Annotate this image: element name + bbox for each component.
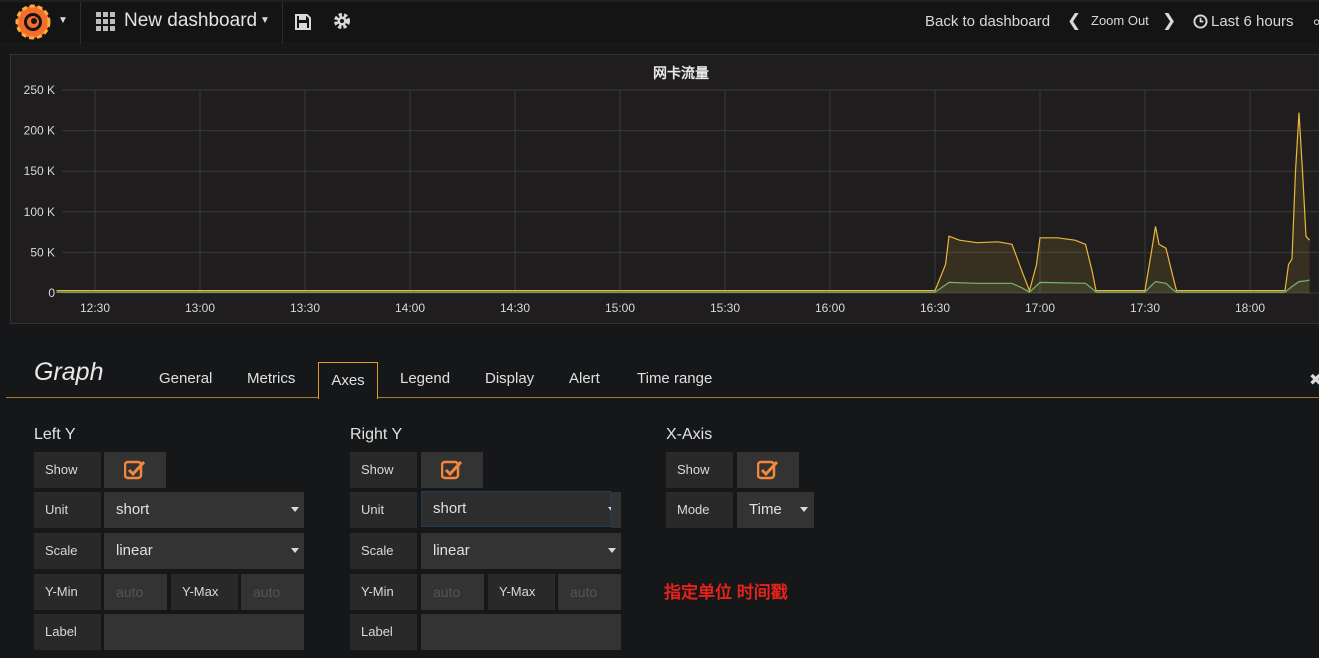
left-y-ymin-input[interactable]: auto <box>104 574 167 610</box>
tab-axes[interactable]: Axes <box>318 362 378 399</box>
right-y-ymax-input[interactable]: auto <box>558 574 621 610</box>
x-tick-label: 14:00 <box>395 301 425 315</box>
x-tick-label: 12:30 <box>80 301 110 315</box>
right-y-heading: Right Y <box>350 426 403 443</box>
series-0-area <box>56 112 1310 293</box>
right-y-show-checkbox[interactable] <box>421 452 483 488</box>
left-y-unit-value: short <box>116 501 150 518</box>
editor-title: Graph <box>34 358 104 386</box>
tab-legend[interactable]: Legend <box>400 370 450 387</box>
x-tick-label: 15:30 <box>710 301 740 315</box>
x-tick-label: 13:00 <box>185 301 215 315</box>
left-y-ymax-input[interactable]: auto <box>241 574 304 610</box>
left-y-show-label: Show <box>34 452 101 488</box>
x-tick-label: 15:00 <box>605 301 635 315</box>
x-tick-label: 16:30 <box>920 301 950 315</box>
x-tick-label: 14:30 <box>500 301 530 315</box>
left-y-ymax-label: Y-Max <box>171 574 238 610</box>
right-y-unit-select-edge <box>611 492 621 528</box>
left-y-label-input[interactable] <box>104 614 304 650</box>
checkbox-checked-icon <box>441 460 463 480</box>
tab-time-range[interactable]: Time range <box>637 370 712 387</box>
panel-editor: Graph General Metrics Axes Legend Displa… <box>0 340 1319 658</box>
y-tick-label: 0 <box>48 286 55 300</box>
caret-down-icon <box>291 507 299 512</box>
right-y-scale-value: linear <box>433 542 470 559</box>
x-tick-label: 16:00 <box>815 301 845 315</box>
caret-down-icon <box>608 548 616 553</box>
y-tick-label: 150 K <box>24 164 55 178</box>
x-tick-label: 17:00 <box>1025 301 1055 315</box>
right-y-ymax-label: Y-Max <box>488 574 555 610</box>
right-y-show-label: Show <box>350 452 417 488</box>
right-y-label-label: Label <box>350 614 417 650</box>
y-tick-label: 250 K <box>24 83 55 97</box>
left-y-scale-select[interactable]: linear <box>104 533 304 569</box>
left-y-ymin-label: Y-Min <box>34 574 101 610</box>
right-y-scale-select[interactable]: linear <box>421 533 621 569</box>
left-y-show-checkbox[interactable] <box>104 452 166 488</box>
y-tick-label: 50 K <box>30 245 55 259</box>
x-axis-show-checkbox[interactable] <box>737 452 799 488</box>
right-y-scale-label: Scale <box>350 533 417 569</box>
x-axis-show-label: Show <box>666 452 733 488</box>
right-y-ymin-label: Y-Min <box>350 574 417 610</box>
left-y-unit-label: Unit <box>34 492 101 528</box>
checkbox-checked-icon <box>124 460 146 480</box>
caret-down-icon <box>800 507 808 512</box>
x-axis-mode-label: Mode <box>666 492 733 528</box>
x-axis-mode-select[interactable]: Time <box>737 492 814 528</box>
close-icon[interactable]: ✖ <box>1309 370 1319 390</box>
left-y-unit-select[interactable]: short <box>104 492 304 528</box>
tab-display[interactable]: Display <box>485 370 534 387</box>
annotation-note: 指定单位 时间戳 <box>664 583 788 602</box>
tabs-divider <box>6 397 1319 398</box>
tab-metrics[interactable]: Metrics <box>247 370 295 387</box>
left-y-heading: Left Y <box>34 426 76 443</box>
x-tick-label: 13:30 <box>290 301 320 315</box>
x-axis-mode-value: Time <box>749 501 782 518</box>
right-y-unit-value: short <box>433 500 467 517</box>
tab-alert[interactable]: Alert <box>569 370 600 387</box>
x-tick-label: 18:00 <box>1235 301 1265 315</box>
caret-down-icon <box>291 548 299 553</box>
right-y-unit-select[interactable]: short <box>421 491 616 527</box>
series-0-line <box>56 112 1310 293</box>
right-y-unit-label: Unit <box>350 492 417 528</box>
right-y-label-input[interactable] <box>421 614 621 650</box>
y-tick-label: 100 K <box>24 205 55 219</box>
left-y-scale-label: Scale <box>34 533 101 569</box>
traffic-chart: 0 50 K 100 K 150 K 200 K 250 K 12:30 13:00 13:30… <box>24 83 1319 315</box>
left-y-scale-value: linear <box>116 542 153 559</box>
y-tick-label: 200 K <box>24 124 55 138</box>
right-y-ymin-input[interactable]: auto <box>421 574 484 610</box>
tab-axes-label: Axes <box>331 372 365 389</box>
left-y-label-label: Label <box>34 614 101 650</box>
x-axis-heading: X-Axis <box>666 426 713 443</box>
x-tick-label: 17:30 <box>1130 301 1160 315</box>
checkbox-checked-icon <box>757 460 779 480</box>
tab-general[interactable]: General <box>159 370 212 387</box>
